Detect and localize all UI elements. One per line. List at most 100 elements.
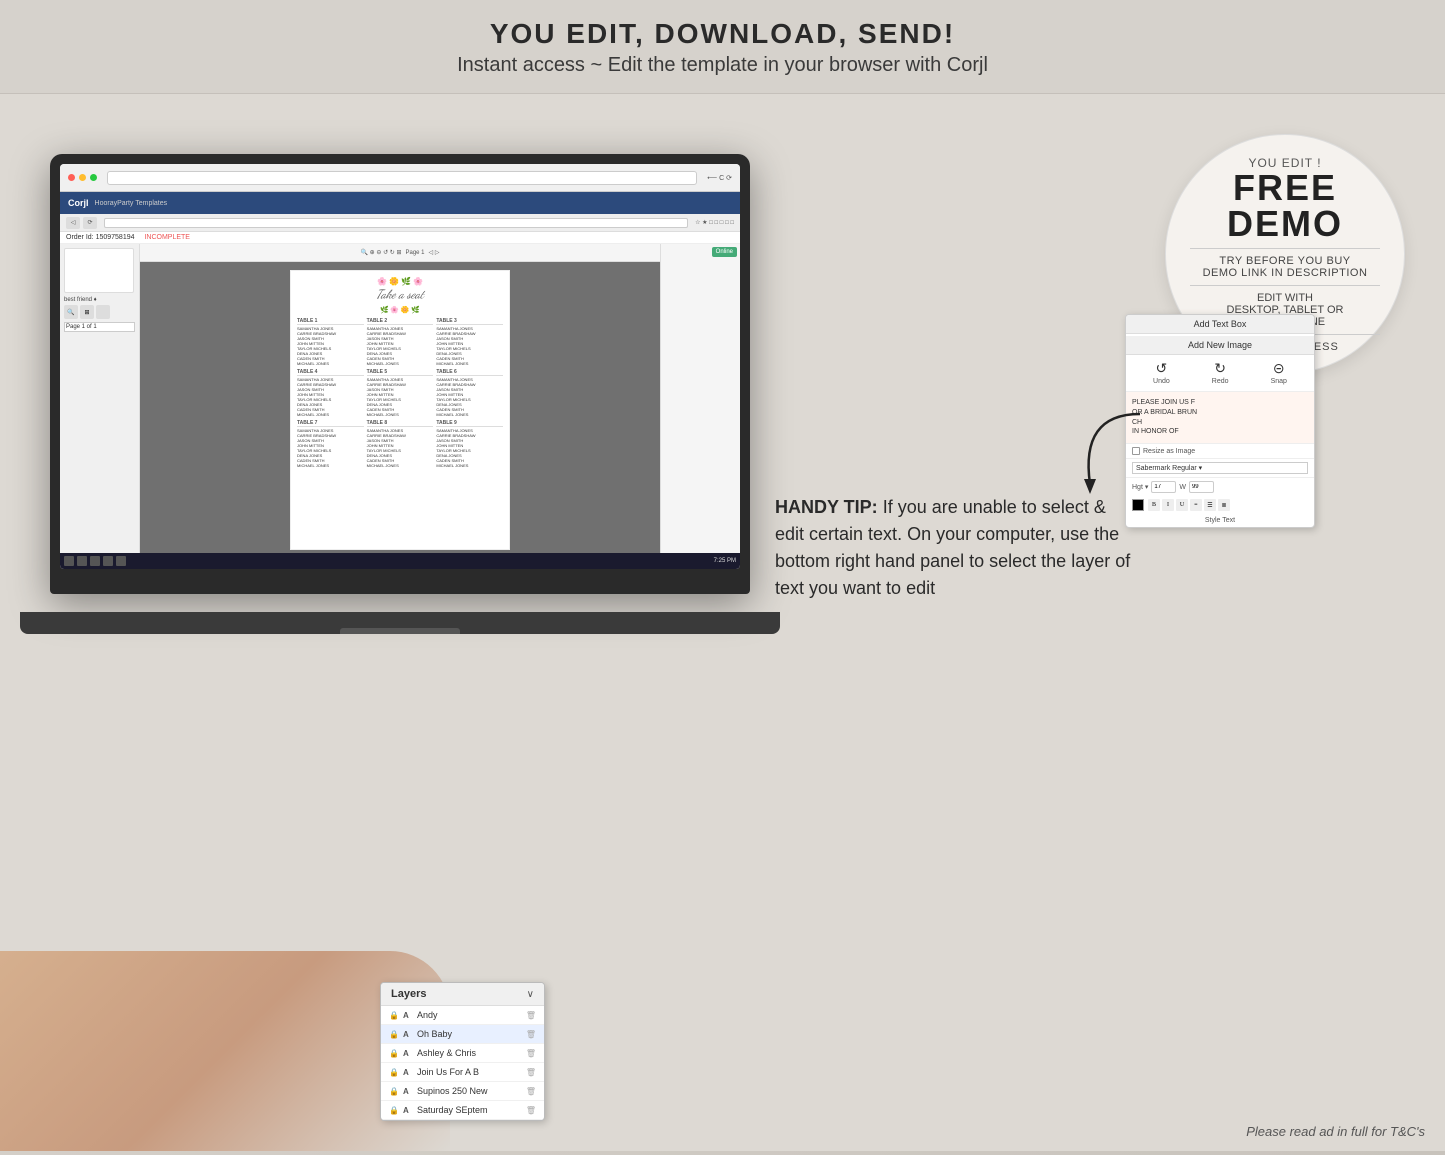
layer-type-a-6: A	[403, 1106, 413, 1115]
sc-table-7: TABLE 7 SAMANTHA JONESCARRIE BRADSHAWJAS…	[297, 420, 364, 468]
seating-chart-design: 🌸 🌼 🌿 🌸 Take a seat 🌿 🌸 🌼 🌿 TABLE 1 SAMA…	[290, 270, 510, 550]
taskbar-icon-3[interactable]	[90, 556, 100, 566]
layer-item-join-us[interactable]: 🔒 A Join Us For A B 🗑	[381, 1063, 544, 1082]
layers-panel-header[interactable]: Layers ∨	[381, 983, 544, 1006]
sc-table-3: TABLE 3 SAMANTHA JONESCARRIE BRADSHAWJAS…	[436, 318, 503, 366]
fe-snap-btn[interactable]: ⊝ Snap	[1271, 361, 1287, 385]
corjl-nav-templates: HoorayParty Templates	[95, 200, 168, 207]
sc-table-5: TABLE 5 SAMANTHA JONESCARRIE BRADSHAWJAS…	[367, 369, 434, 417]
demo-divider-2	[1190, 285, 1380, 286]
layer-lock-icon-6: 🔒	[389, 1106, 399, 1115]
top-banner: YOU EDIT, DOWNLOAD, SEND! Instant access…	[0, 0, 1445, 94]
layers-panel: Layers ∨ 🔒 A Andy 🗑 🔒 A Oh Baby 🗑 🔒 A As…	[380, 982, 545, 1121]
canvas-page: Page 1	[406, 250, 425, 256]
layer-lock-icon-4: 🔒	[389, 1068, 399, 1077]
layer-item-saturday[interactable]: 🔒 A Saturday SEptem 🗑	[381, 1101, 544, 1120]
corjl-address-bar[interactable]	[104, 218, 688, 228]
taskbar-icon-5[interactable]	[116, 556, 126, 566]
corjl-app: Corjl HoorayParty Templates ◁ ⟳ ☆ ★ □ □ …	[60, 192, 740, 569]
fe-italic-btn[interactable]: I	[1162, 499, 1174, 511]
taskbar-time: 7:25 PM	[714, 558, 736, 564]
fe-height-input[interactable]	[1151, 481, 1176, 493]
fe-add-text-box-btn[interactable]: Add Text Box	[1126, 315, 1314, 334]
demo-free-label: FREE	[1233, 170, 1337, 206]
sc-table-1: TABLE 1 SAMANTHA JONESCARRIE BRADSHAWJAS…	[297, 318, 364, 366]
sidebar-icon-1[interactable]: 🔍	[64, 305, 78, 319]
sc-flowers: 🌸 🌼 🌿 🌸	[297, 277, 503, 286]
browser-close-btn[interactable]	[68, 174, 75, 181]
layer-delete-icon[interactable]: 🗑	[526, 1011, 536, 1020]
fe-format-icons: B I U ≡ ☰ ≣	[1146, 499, 1232, 511]
corjl-order-id: Order Id: 1509758194 INCOMPLETE	[60, 232, 740, 244]
fe-width-label: W	[1179, 484, 1186, 491]
layer-item-oh-baby[interactable]: 🔒 A Oh Baby 🗑	[381, 1025, 544, 1044]
demo-link-label: DEMO LINK IN DESCRIPTION	[1203, 267, 1368, 279]
sc-table-4: TABLE 4 SAMANTHA JONESCARRIE BRADSHAWJAS…	[297, 369, 364, 417]
layer-name-supinos: Supinos 250 New	[417, 1086, 522, 1096]
corjl-sidebar: best friend ♦ 🔍 ⊞ Page 1 of 1	[60, 244, 140, 553]
corjl-toolbar: ◁ ⟳ ☆ ★ □ □ □ □ □	[60, 214, 740, 232]
fe-align-center-btn[interactable]: ☰	[1204, 499, 1216, 511]
corjl-nav: Corjl HoorayParty Templates	[60, 192, 740, 214]
sc-table-2: TABLE 2 SAMANTHA JONESCARRIE BRADSHAWJAS…	[367, 318, 434, 366]
fe-format-row: B I U ≡ ☰ ≣	[1126, 496, 1314, 514]
layer-name-ashley-chris: Ashley & Chris	[417, 1048, 522, 1058]
sc-table-9: TABLE 9 SAMANTHA JONESCARRIE BRADSHAWJAS…	[436, 420, 503, 468]
floating-editor-panel: Add Text Box Add New Image ↺ Undo ↻ Redo…	[1125, 314, 1315, 528]
demo-try-label: TRY BEFORE YOU BUY	[1219, 255, 1350, 267]
fe-align-right-btn[interactable]: ≣	[1218, 499, 1230, 511]
canvas-tools: 🔍 ⊕ ⊖ ↺ ↻ ⊞	[361, 249, 402, 256]
handy-tip-section: HANDY TIP: If you are unable to select &…	[775, 494, 1135, 602]
layer-name-oh-baby: Oh Baby	[417, 1029, 522, 1039]
taskbar-icon-1[interactable]	[64, 556, 74, 566]
layer-lock-icon-2: 🔒	[389, 1030, 399, 1039]
layer-item-andy[interactable]: 🔒 A Andy 🗑	[381, 1006, 544, 1025]
sidebar-icon-2[interactable]: ⊞	[80, 305, 94, 319]
fe-width-input[interactable]	[1189, 481, 1214, 493]
layer-delete-icon-2[interactable]: 🗑	[526, 1030, 536, 1039]
laptop-screen: ⟵ C ⟳ Corjl HoorayParty Templates ◁ ⟳	[60, 164, 740, 569]
canvas-arrows: ◁ ▷	[429, 249, 440, 256]
browser-extra: ⟵ C ⟳	[707, 174, 732, 182]
layer-name-join-us: Join Us For A B	[417, 1067, 522, 1077]
fe-undo-btn[interactable]: ↺ Undo	[1153, 361, 1170, 385]
taskbar-icon-2[interactable]	[77, 556, 87, 566]
layers-chevron-icon: ∨	[527, 989, 534, 1000]
layer-delete-icon-5[interactable]: 🗑	[526, 1087, 536, 1096]
fe-redo-btn[interactable]: ↻ Redo	[1212, 361, 1229, 385]
sidebar-icon-3[interactable]	[96, 305, 110, 319]
browser-url-bar[interactable]	[107, 171, 697, 185]
laptop-base	[20, 612, 780, 634]
browser-maximize-btn[interactable]	[90, 174, 97, 181]
layer-delete-icon-4[interactable]: 🗑	[526, 1068, 536, 1077]
corjl-logo: Corjl	[68, 198, 89, 208]
layer-lock-icon-5: 🔒	[389, 1087, 399, 1096]
browser-minimize-btn[interactable]	[79, 174, 86, 181]
fe-size-row: Hgt ▾ W	[1126, 478, 1314, 496]
fe-text-preview: PLEASE JOIN US FOR A BRIDAL BRUNCHIN HON…	[1126, 392, 1314, 444]
handy-tip-label: HANDY TIP:	[775, 497, 878, 517]
layer-name-andy: Andy	[417, 1010, 522, 1020]
sidebar-icons: 🔍 ⊞	[64, 305, 135, 319]
demo-divider-1	[1190, 248, 1380, 249]
corjl-tool-2[interactable]: ⟳	[83, 217, 97, 229]
arrow-circle-to-layers	[1070, 404, 1150, 504]
corjl-right-panel: Online	[660, 244, 740, 553]
main-area: ⟵ C ⟳ Corjl HoorayParty Templates ◁ ⟳	[0, 94, 1445, 1151]
fe-underline-btn[interactable]: U	[1176, 499, 1188, 511]
layer-type-a-2: A	[403, 1030, 413, 1039]
fe-add-image-btn[interactable]: Add New Image	[1126, 336, 1314, 355]
fe-font-dropdown[interactable]: Sabermark Regular ▾	[1132, 462, 1308, 474]
sidebar-preview-1[interactable]	[64, 248, 134, 293]
sc-main-title: Take a seat	[297, 288, 503, 302]
corjl-main-content: best friend ♦ 🔍 ⊞ Page 1 of 1 🔍 ⊕	[60, 244, 740, 553]
fe-align-left-btn[interactable]: ≡	[1190, 499, 1202, 511]
layer-type-a-3: A	[403, 1049, 413, 1058]
taskbar-icon-4[interactable]	[103, 556, 113, 566]
corjl-tool-1[interactable]: ◁	[66, 217, 80, 229]
corjl-canvas[interactable]: 🔍 ⊕ ⊖ ↺ ↻ ⊞ Page 1 ◁ ▷ 🌸 🌼 🌿 🌸 Take a se…	[140, 244, 660, 553]
layer-item-supinos[interactable]: 🔒 A Supinos 250 New 🗑	[381, 1082, 544, 1101]
layer-delete-icon-6[interactable]: 🗑	[526, 1106, 536, 1115]
layer-item-ashley-chris[interactable]: 🔒 A Ashley & Chris 🗑	[381, 1044, 544, 1063]
layer-delete-icon-3[interactable]: 🗑	[526, 1049, 536, 1058]
